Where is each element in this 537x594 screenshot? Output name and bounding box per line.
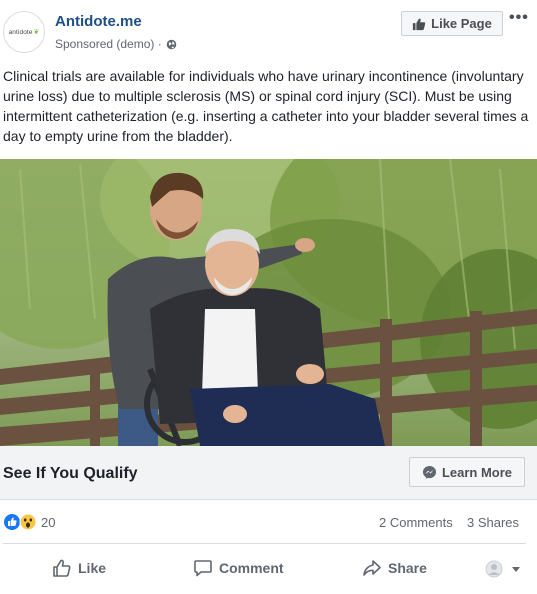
messenger-icon	[422, 465, 437, 479]
comment-button[interactable]: Comment	[193, 558, 284, 578]
shares-count-link[interactable]: 3 Shares	[467, 515, 519, 530]
cta-headline[interactable]: See If You Qualify	[3, 465, 138, 483]
thumbs-up-outline-icon	[53, 559, 71, 577]
learn-more-button[interactable]: Learn More	[409, 457, 525, 487]
more-options-icon[interactable]: •••	[509, 9, 529, 27]
wow-reaction-icon	[19, 513, 37, 531]
sponsored-label: Sponsored (demo) ·	[55, 37, 177, 51]
avatar-logo-text: antidote	[8, 28, 33, 36]
reaction-icons[interactable]	[3, 513, 37, 531]
caret-down-icon	[512, 567, 520, 572]
cta-strip[interactable]: See If You Qualify Learn More	[0, 446, 537, 500]
sponsored-post: antidote ❦ Antidote.me Sponsored (demo) …	[0, 0, 537, 594]
page-name-link[interactable]: Antidote.me	[55, 13, 142, 30]
page-avatar[interactable]: antidote ❦	[3, 11, 45, 53]
post-body-text: Clinical trials are available for indivi…	[3, 68, 529, 144]
comments-count-link[interactable]: 2 Comments	[379, 515, 453, 530]
reaction-count[interactable]: 20	[41, 515, 55, 530]
share-button[interactable]: Share	[362, 558, 427, 578]
post-header: antidote ❦ Antidote.me Sponsored (demo) …	[0, 0, 537, 62]
like-page-button[interactable]: Like Page	[401, 11, 503, 36]
globe-icon	[166, 39, 176, 49]
share-label: Share	[388, 560, 427, 576]
post-image[interactable]	[0, 159, 537, 446]
comment-bubble-icon	[194, 560, 212, 577]
share-arrow-icon	[363, 560, 381, 576]
actions-divider	[3, 543, 526, 544]
post-actions: Like Comment Share	[0, 548, 537, 588]
like-label: Like	[78, 560, 107, 576]
sponsored-text: Sponsored (demo) ·	[55, 37, 162, 51]
reactions-bar: 20 2 Comments 3 Shares	[0, 508, 537, 538]
comment-label: Comment	[219, 560, 284, 576]
thumbs-up-icon	[413, 17, 426, 30]
learn-more-label: Learn More	[441, 464, 513, 480]
like-page-label: Like Page	[431, 16, 492, 31]
like-button[interactable]: Like	[52, 558, 106, 578]
profile-placeholder-icon	[485, 560, 503, 578]
viewer-selector[interactable]	[485, 560, 527, 578]
leaf-icon: ❦	[33, 29, 40, 36]
